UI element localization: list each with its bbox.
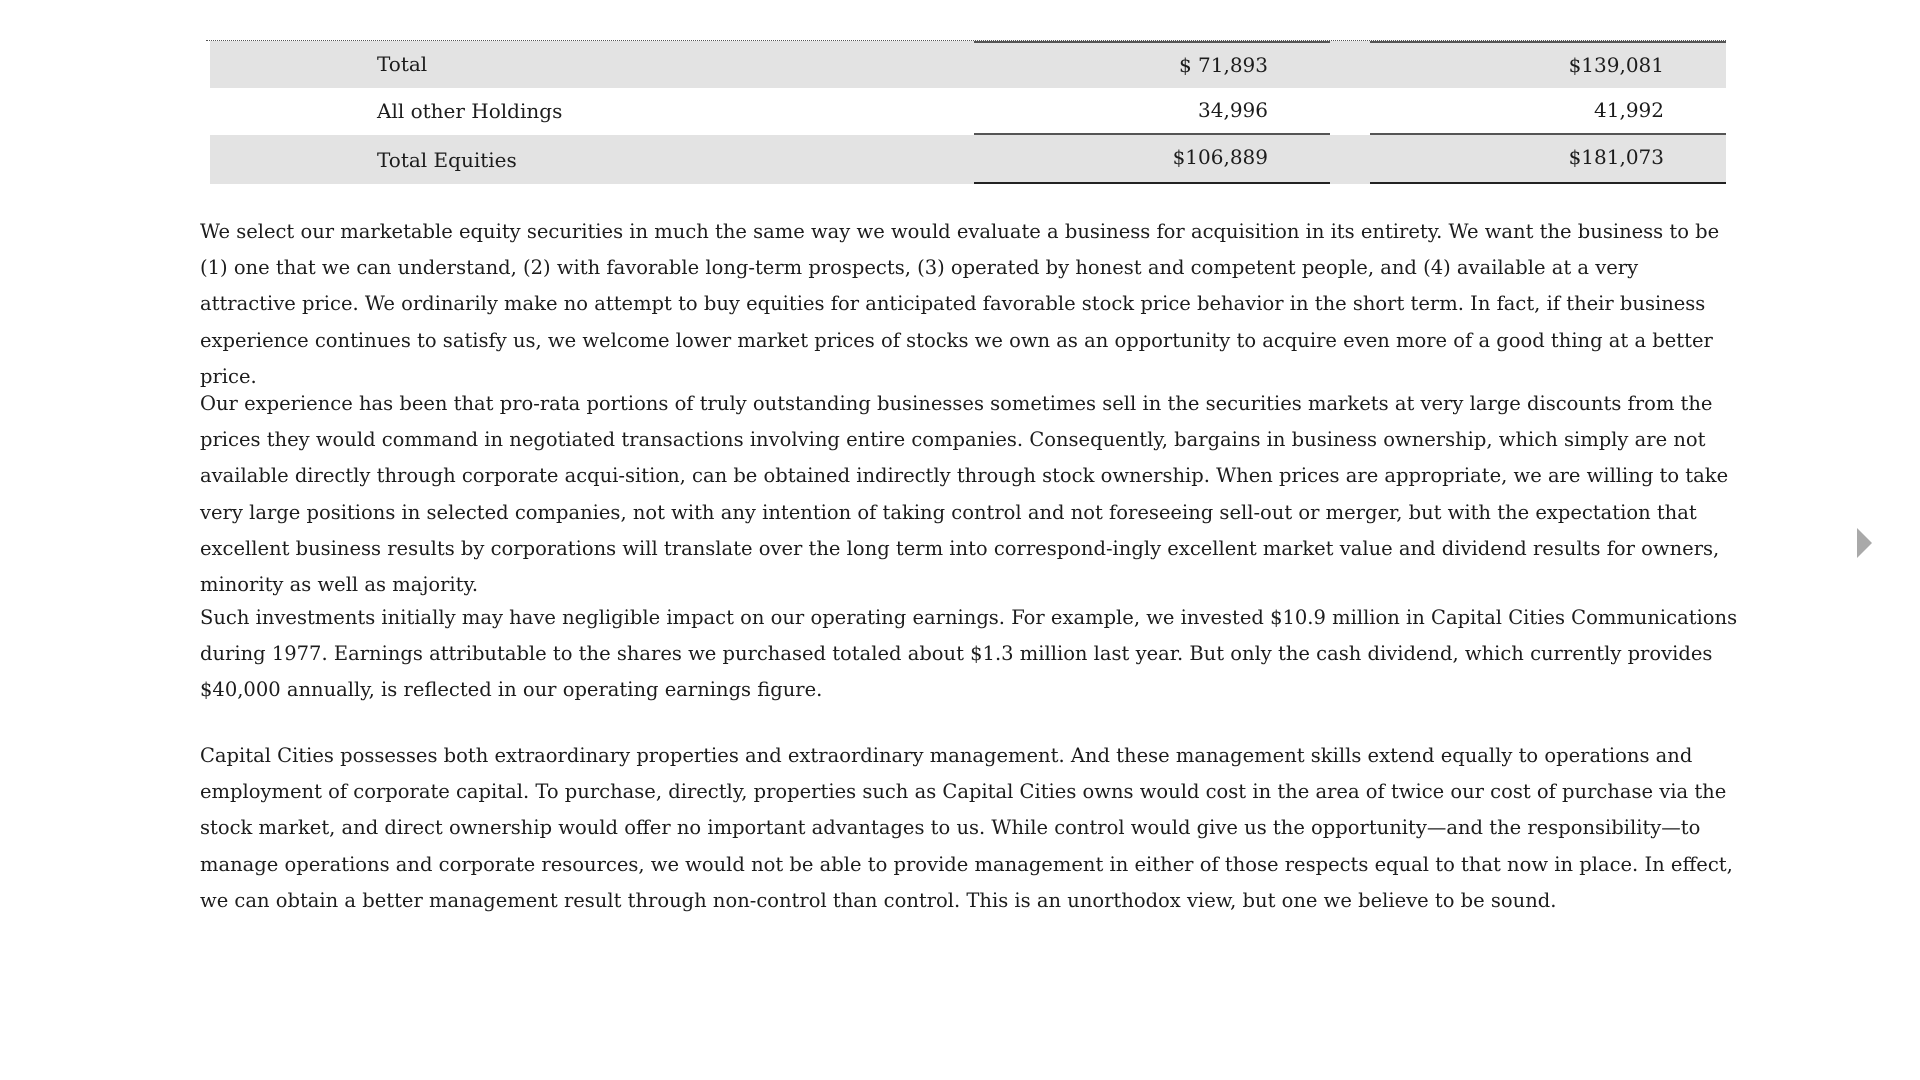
row-label: Total Equities: [377, 148, 517, 172]
table-row-total: Total $ 71,893 $139,081: [210, 41, 1726, 88]
value-cell-col1: 34,996: [974, 88, 1330, 135]
table-row-total-equities: Total Equities $106,889 $181,073: [210, 135, 1726, 184]
column-gap: [1330, 41, 1370, 88]
row-value-col2: $139,081: [1568, 53, 1664, 77]
body-paragraph: Such investments initially may have negl…: [200, 606, 1738, 702]
row-value-col1: $106,889: [1172, 145, 1268, 169]
equities-table: Total $ 71,893 $139,081 All other Holdin…: [210, 41, 1726, 184]
row-label: Total: [377, 52, 428, 76]
value-cell-col2: 41,992: [1370, 88, 1726, 135]
row-value-col2: 41,992: [1594, 98, 1664, 122]
next-page-chevron-right-icon[interactable]: [1857, 528, 1872, 558]
value-cell-col2: $139,081: [1370, 41, 1726, 90]
body-paragraph: Our experience has been that pro-rata po…: [200, 392, 1729, 597]
row-label: All other Holdings: [377, 99, 563, 123]
body-paragraph: We select our marketable equity securiti…: [200, 220, 1720, 388]
value-cell-col2: $181,073: [1370, 135, 1726, 184]
row-value-col1: $ 71,893: [1178, 53, 1268, 77]
value-cell-col1: $ 71,893: [974, 41, 1330, 90]
body-paragraph: Capital Cities possesses both extraordin…: [200, 744, 1733, 912]
row-value-col2: $181,073: [1568, 145, 1664, 169]
value-cell-col1: $106,889: [974, 135, 1330, 184]
table-row-other-holdings: All other Holdings 34,996 41,992: [210, 88, 1726, 135]
row-value-col1: 34,996: [1198, 98, 1268, 122]
